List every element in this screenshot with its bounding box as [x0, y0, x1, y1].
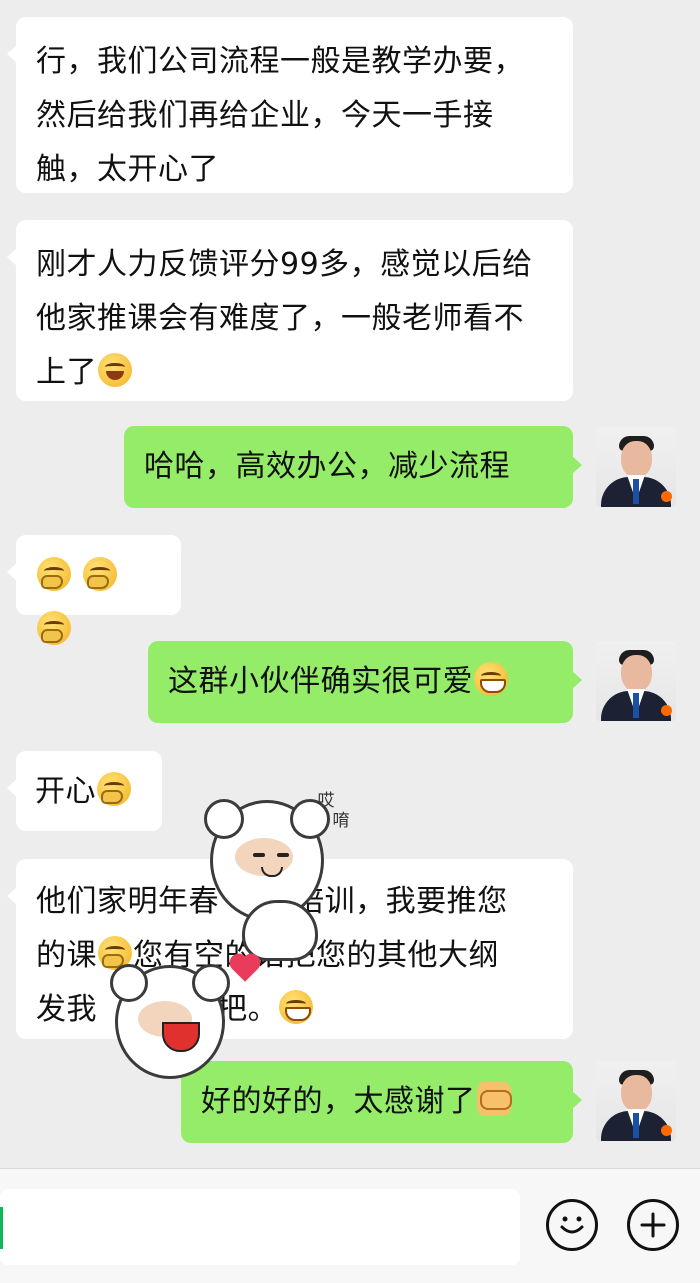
smile-icon [560, 1216, 584, 1234]
grinning-emoji [279, 990, 314, 1024]
thinking-emoji [83, 557, 118, 591]
bear-ear [192, 964, 230, 1002]
message-bubble: 刚才人力反馈评分99多，感觉以后给他家推课会有难度了，一般老师看不上了 [7, 220, 573, 401]
message-text: 发我 [36, 992, 97, 1027]
message-bubble [7, 535, 181, 645]
message-text: 哈哈，高效办公，减少流程 [144, 449, 510, 484]
avatar[interactable] [596, 427, 676, 507]
message-input[interactable] [0, 1189, 520, 1265]
message-bubble: 开心 [7, 751, 162, 831]
bear-ear [110, 964, 148, 1002]
avatar-tie [633, 479, 639, 504]
avatar-face [621, 1075, 652, 1112]
message-text: 开心 [35, 774, 96, 809]
message-text: 把。 [217, 992, 279, 1027]
avatar-badge [661, 491, 672, 502]
bottom-input-bar [0, 1168, 700, 1283]
avatar-badge [661, 1125, 672, 1136]
bear-eye [253, 853, 265, 857]
message-text: 好的好的，太感谢了 [201, 1084, 476, 1119]
grinning-emoji [474, 662, 508, 696]
message-text: 这群小伙伴确实很可爱 [168, 664, 473, 699]
add-button[interactable] [627, 1199, 679, 1251]
chat-window: 行，我们公司流程一般是教学办要，然后给我们再给企业，今天一手接触，太开心了 刚才… [0, 0, 700, 1168]
message-text: 培训，我要推您 [294, 884, 508, 919]
avatar-face [621, 655, 652, 692]
message-bubble: 行，我们公司流程一般是教学办要，然后给我们再给企业，今天一手接触，太开心了 [7, 17, 573, 193]
laughing-tears-emoji [98, 353, 132, 387]
text-cursor [0, 1207, 3, 1249]
message-bubble: 好的好的，太感谢了 [181, 1061, 582, 1143]
avatar[interactable] [596, 641, 676, 721]
sticker-text: 哎 [317, 791, 335, 811]
message-bubble: 哈哈，高效办公，减少流程 [124, 426, 582, 508]
bear-eye [277, 853, 289, 857]
message-bubble: 这群小伙伴确实很可爱 [148, 641, 582, 723]
avatar-badge [661, 705, 672, 716]
avatar[interactable] [596, 1061, 676, 1141]
avatar-face [621, 441, 652, 478]
handshake-emoji [476, 1082, 512, 1116]
sticker-text: 唷 [332, 811, 350, 831]
message-text: 的课 [36, 938, 97, 973]
message-text: 他们家明年春 [36, 884, 219, 919]
thinking-emoji [37, 611, 71, 645]
bear-sticker [110, 964, 230, 1079]
avatar-tie [633, 1113, 639, 1138]
bear-body [242, 900, 318, 961]
message-text: 行，我们公司流程一般是教学办要，然后给我们再给企业，今天一手接触，太开心了 [36, 44, 524, 187]
bear-ear [204, 799, 244, 839]
avatar-tie [633, 693, 639, 718]
bear-mouth [162, 1022, 200, 1052]
thinking-emoji [97, 772, 131, 806]
plus-icon [640, 1212, 666, 1238]
emoji-button[interactable] [546, 1199, 598, 1251]
thinking-emoji [37, 557, 71, 591]
